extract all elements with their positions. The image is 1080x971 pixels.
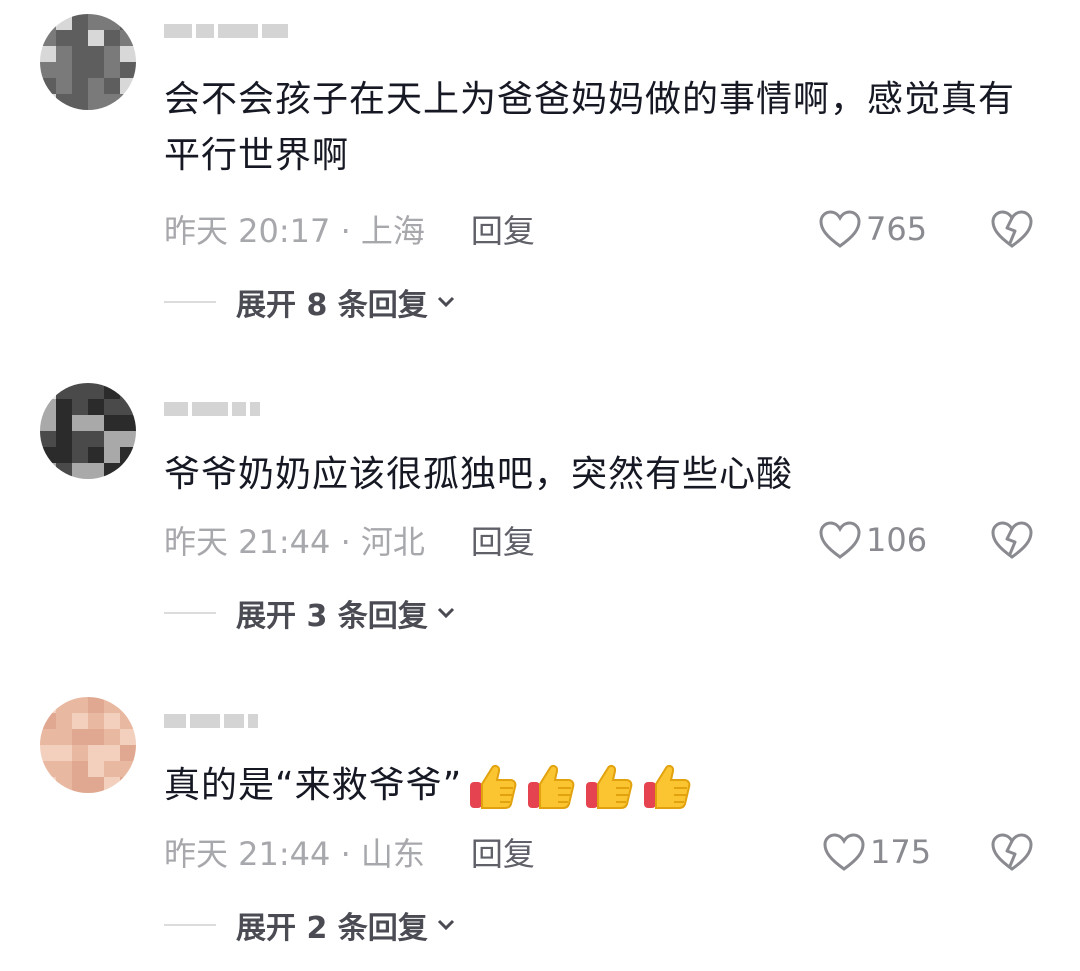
avatar[interactable]	[40, 383, 136, 479]
comment-time-location: 昨天 21:44 · 山东	[164, 835, 425, 873]
reply-button[interactable]: 回复	[471, 206, 535, 252]
comment-time-location: 昨天 21:44 · 河北	[164, 523, 425, 561]
comment-text-content: 真的是“来救爷爷”	[164, 765, 463, 806]
comment-meta: 昨天 21:44 · 河北 回复	[164, 518, 535, 562]
like-button[interactable]: 765	[818, 207, 927, 251]
heart-icon	[819, 210, 861, 248]
expand-replies-label: 展开 8 条回复	[236, 288, 428, 323]
expand-replies-button[interactable]: 展开 2 条回复	[164, 905, 456, 946]
dislike-icon[interactable]	[990, 830, 1034, 874]
divider-line	[164, 612, 216, 614]
thumbs-up-icon	[528, 764, 575, 809]
comment-text: 爷爷奶奶应该很孤独吧，突然有些心酸	[164, 454, 794, 495]
chevron-down-icon	[437, 607, 454, 619]
dislike-icon[interactable]	[990, 518, 1034, 562]
comment-text: 会不会孩子在天上为爸爸妈妈做的事情啊，感觉真有平行世界啊	[164, 79, 1016, 176]
comment-time-location: 昨天 20:17 · 上海	[164, 212, 425, 250]
username-blurred[interactable]	[164, 710, 258, 732]
comment-meta: 昨天 21:44 · 山东 回复	[164, 830, 535, 874]
thumbs-up-icon	[470, 764, 517, 809]
heart-icon	[819, 521, 861, 559]
expand-replies-button[interactable]: 展开 3 条回复	[164, 593, 456, 634]
thumbs-up-icon	[644, 764, 691, 809]
username-blurred[interactable]	[164, 20, 288, 42]
like-count: 106	[866, 521, 928, 559]
expand-replies-label: 展开 3 条回复	[236, 599, 428, 634]
avatar[interactable]	[40, 697, 136, 793]
reply-button[interactable]: 回复	[471, 829, 535, 875]
like-button[interactable]: 175	[822, 830, 931, 874]
username-blurred[interactable]	[164, 398, 260, 420]
divider-line	[164, 924, 216, 926]
reply-button[interactable]: 回复	[471, 517, 535, 563]
like-button[interactable]: 106	[818, 518, 927, 562]
like-count: 765	[866, 210, 928, 248]
comment-text: 真的是“来救爷爷”	[164, 758, 1044, 814]
chevron-down-icon	[437, 296, 454, 308]
expand-replies-label: 展开 2 条回复	[236, 911, 428, 946]
divider-line	[164, 301, 216, 303]
heart-icon	[823, 833, 865, 871]
thumbs-up-icon	[586, 764, 633, 809]
dislike-icon[interactable]	[990, 207, 1034, 251]
like-count: 175	[870, 833, 932, 871]
emoji-row	[462, 764, 694, 809]
chevron-down-icon	[437, 919, 454, 931]
comment-meta: 昨天 20:17 · 上海 回复	[164, 207, 535, 251]
expand-replies-button[interactable]: 展开 8 条回复	[164, 282, 456, 323]
avatar[interactable]	[40, 14, 136, 110]
